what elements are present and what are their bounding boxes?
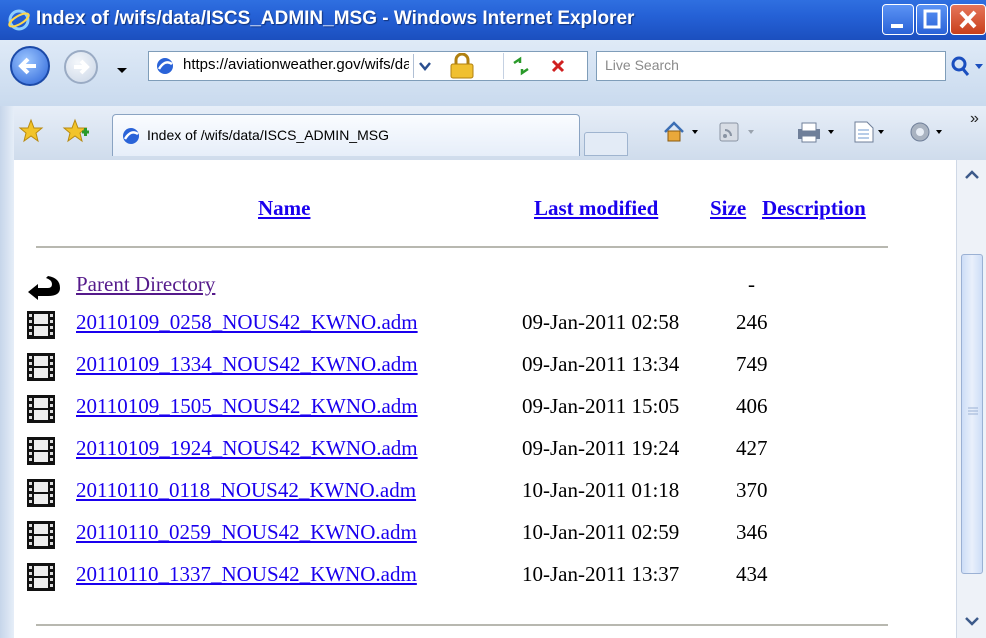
vertical-scrollbar[interactable] [956, 160, 986, 638]
refresh-button[interactable] [503, 53, 538, 79]
add-favorites-icon[interactable] [62, 118, 90, 149]
file-size: 427 [736, 436, 768, 460]
file-row: 20110109_1334_NOUS42_KWNO.adm 09-Jan-2011… [26, 348, 886, 384]
parent-directory-size: - [748, 272, 755, 296]
site-icon [123, 128, 139, 144]
file-icon [27, 311, 55, 339]
parent-directory-row: Parent Directory - [26, 268, 886, 304]
file-size: 370 [736, 478, 768, 502]
separator-bottom [36, 624, 888, 626]
scroll-up-icon[interactable] [961, 164, 983, 186]
address-dropdown[interactable] [413, 54, 436, 78]
file-icon [27, 353, 55, 381]
file-link[interactable]: 20110110_1337_NOUS42_KWNO.adm [76, 562, 417, 587]
home-icon [664, 121, 698, 142]
file-modified: 10-Jan-2011 01:18 [522, 478, 680, 502]
file-size: 749 [736, 352, 768, 376]
tab-title: Index of /wifs/data/ISCS_ADMIN_MSG [147, 127, 389, 143]
tools-menu-button[interactable] [908, 120, 948, 149]
file-modified: 09-Jan-2011 19:24 [522, 436, 680, 460]
search-options-dropdown[interactable] [972, 51, 986, 81]
file-link[interactable]: 20110109_1924_NOUS42_KWNO.adm [76, 436, 418, 461]
column-header-name[interactable]: Name [258, 196, 310, 221]
maximize-button[interactable] [916, 4, 948, 35]
file-row: 20110109_0258_NOUS42_KWNO.adm 09-Jan-2011… [26, 306, 886, 342]
recent-pages-dropdown[interactable] [116, 62, 128, 80]
window-frame-left [0, 106, 14, 638]
file-row: 20110109_1505_NOUS42_KWNO.adm 09-Jan-2011… [26, 390, 886, 426]
stop-icon [551, 59, 565, 73]
stop-button[interactable] [541, 53, 575, 79]
file-modified: 09-Jan-2011 15:05 [522, 394, 680, 418]
file-modified: 09-Jan-2011 02:58 [522, 310, 680, 334]
arrow-right-icon [74, 59, 90, 75]
page-content: Name Last modified Size Description Pare… [14, 160, 956, 638]
chevron-down-icon [419, 62, 431, 71]
security-lock-icon[interactable] [445, 52, 479, 79]
gear-icon [910, 122, 942, 142]
file-link[interactable]: 20110110_0259_NOUS42_KWNO.adm [76, 520, 417, 545]
forward-button[interactable] [64, 50, 98, 84]
chevron-down-icon [117, 68, 127, 73]
search-button[interactable] [948, 51, 972, 81]
chevron-down-icon [975, 64, 983, 69]
file-modified: 09-Jan-2011 13:34 [522, 352, 680, 376]
address-bar[interactable]: https://aviationweather.gov/wifs/data/IS… [148, 51, 588, 81]
file-icon [27, 437, 55, 465]
scroll-down-icon[interactable] [961, 610, 983, 632]
separator-top [36, 246, 888, 248]
arrow-left-icon [18, 57, 36, 75]
file-icon [27, 479, 55, 507]
column-header-last-modified[interactable]: Last modified [534, 196, 658, 221]
more-tools-chevron-icon[interactable]: » [970, 110, 979, 128]
file-row: 20110110_0118_NOUS42_KWNO.adm 10-Jan-2011… [26, 474, 886, 510]
file-size: 434 [736, 562, 768, 586]
page-menu-button[interactable] [852, 120, 892, 149]
rss-feed-icon [719, 122, 754, 142]
search-box[interactable]: Live Search [596, 51, 946, 81]
back-button[interactable] [10, 46, 50, 86]
file-link[interactable]: 20110109_1505_NOUS42_KWNO.adm [76, 394, 418, 419]
file-link[interactable]: 20110110_0118_NOUS42_KWNO.adm [76, 478, 416, 503]
scrollbar-thumb[interactable] [961, 254, 983, 574]
window-title: Index of /wifs/data/ISCS_ADMIN_MSG - Win… [36, 8, 635, 29]
refresh-icon [513, 56, 529, 76]
file-icon [27, 563, 55, 591]
column-header-size[interactable]: Size [710, 196, 746, 221]
minimize-button[interactable] [882, 4, 914, 35]
printer-icon [798, 122, 834, 143]
window-titlebar: Index of /wifs/data/ISCS_ADMIN_MSG - Win… [0, 0, 986, 40]
file-link[interactable]: 20110109_1334_NOUS42_KWNO.adm [76, 352, 418, 377]
column-header-description[interactable]: Description [762, 196, 866, 221]
grip-icon [968, 407, 978, 415]
file-size: 346 [736, 520, 768, 544]
file-icon [27, 521, 55, 549]
file-icon [27, 395, 55, 423]
back-arrow-icon [28, 276, 60, 300]
file-row: 20110110_1337_NOUS42_KWNO.adm 10-Jan-2011… [26, 558, 886, 594]
address-text[interactable]: https://aviationweather.gov/wifs/data/IS… [183, 56, 409, 73]
file-modified: 10-Jan-2011 13:37 [522, 562, 680, 586]
site-icon [157, 58, 173, 74]
file-size: 246 [736, 310, 768, 334]
page-icon [854, 121, 884, 143]
file-row: 20110109_1924_NOUS42_KWNO.adm 09-Jan-2011… [26, 432, 886, 468]
tab-bar: Index of /wifs/data/ISCS_ADMIN_MSG » [0, 106, 986, 161]
file-row: 20110110_0259_NOUS42_KWNO.adm 10-Jan-2011… [26, 516, 886, 552]
file-modified: 10-Jan-2011 02:59 [522, 520, 680, 544]
search-input[interactable]: Live Search [605, 57, 679, 73]
close-window-button[interactable] [950, 4, 986, 35]
internet-explorer-icon [8, 9, 30, 31]
file-link[interactable]: 20110109_0258_NOUS42_KWNO.adm [76, 310, 418, 335]
navigation-bar: https://aviationweather.gov/wifs/data/IS… [0, 40, 986, 107]
new-tab-button[interactable] [584, 132, 628, 156]
tab-active[interactable]: Index of /wifs/data/ISCS_ADMIN_MSG [112, 114, 580, 156]
feeds-button[interactable] [718, 120, 758, 149]
favorites-star-icon[interactable] [18, 118, 44, 149]
parent-directory-link[interactable]: Parent Directory [76, 272, 215, 297]
search-icon [951, 56, 970, 76]
file-size: 406 [736, 394, 768, 418]
home-button[interactable] [662, 120, 702, 149]
print-button[interactable] [796, 120, 838, 149]
